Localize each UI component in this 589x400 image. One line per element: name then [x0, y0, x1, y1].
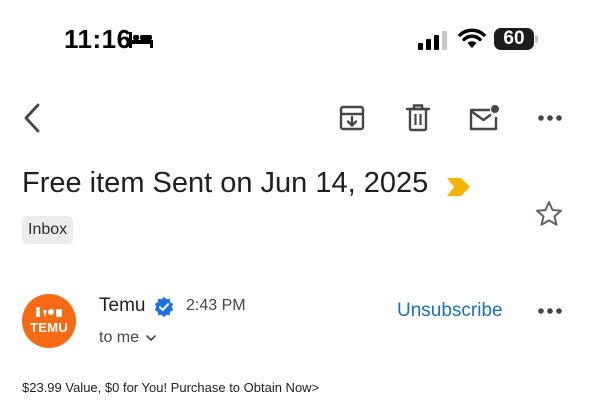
avatar-text: TEMU — [29, 320, 69, 335]
temu-logo-icon — [36, 307, 62, 317]
bed-icon — [129, 32, 153, 48]
chevron-down-icon — [146, 335, 156, 341]
send-time: 2:43 PM — [186, 297, 246, 314]
message-more-button[interactable] — [532, 293, 568, 329]
battery-icon: 60 — [494, 28, 534, 50]
mark-unread-button[interactable] — [466, 100, 502, 136]
status-time: 11:16 — [64, 24, 132, 54]
battery-cap — [535, 35, 538, 43]
trash-icon — [405, 104, 431, 132]
archive-icon — [339, 105, 365, 131]
battery-level: 60 — [503, 28, 525, 49]
sender-name[interactable]: Temu — [99, 295, 145, 317]
back-arrow-icon — [24, 103, 40, 133]
more-options-button[interactable] — [532, 100, 568, 136]
email-subject: Free item Sent on Jun 14, 2025 — [22, 167, 429, 199]
email-body-preview[interactable]: $23.99 Value, $0 for You! Purchase to Ob… — [22, 380, 319, 395]
important-marker-icon[interactable] — [446, 177, 472, 197]
more-icon — [538, 115, 562, 121]
verified-badge-icon — [154, 296, 174, 318]
star-icon[interactable] — [534, 199, 564, 229]
label-chip-inbox[interactable]: Inbox — [22, 216, 74, 244]
archive-button[interactable] — [334, 100, 370, 136]
unsubscribe-link[interactable]: Unsubscribe — [397, 300, 503, 322]
wifi-icon — [458, 28, 486, 48]
cellular-signal-icon — [418, 31, 447, 50]
recipient-details-toggle[interactable]: to me — [99, 329, 157, 347]
avatar[interactable]: TEMU — [22, 294, 76, 348]
more-icon — [538, 308, 562, 314]
back-button[interactable] — [14, 100, 50, 136]
mark-unread-icon — [469, 105, 499, 131]
delete-button[interactable] — [400, 100, 436, 136]
recipient-label: to me — [99, 329, 140, 346]
